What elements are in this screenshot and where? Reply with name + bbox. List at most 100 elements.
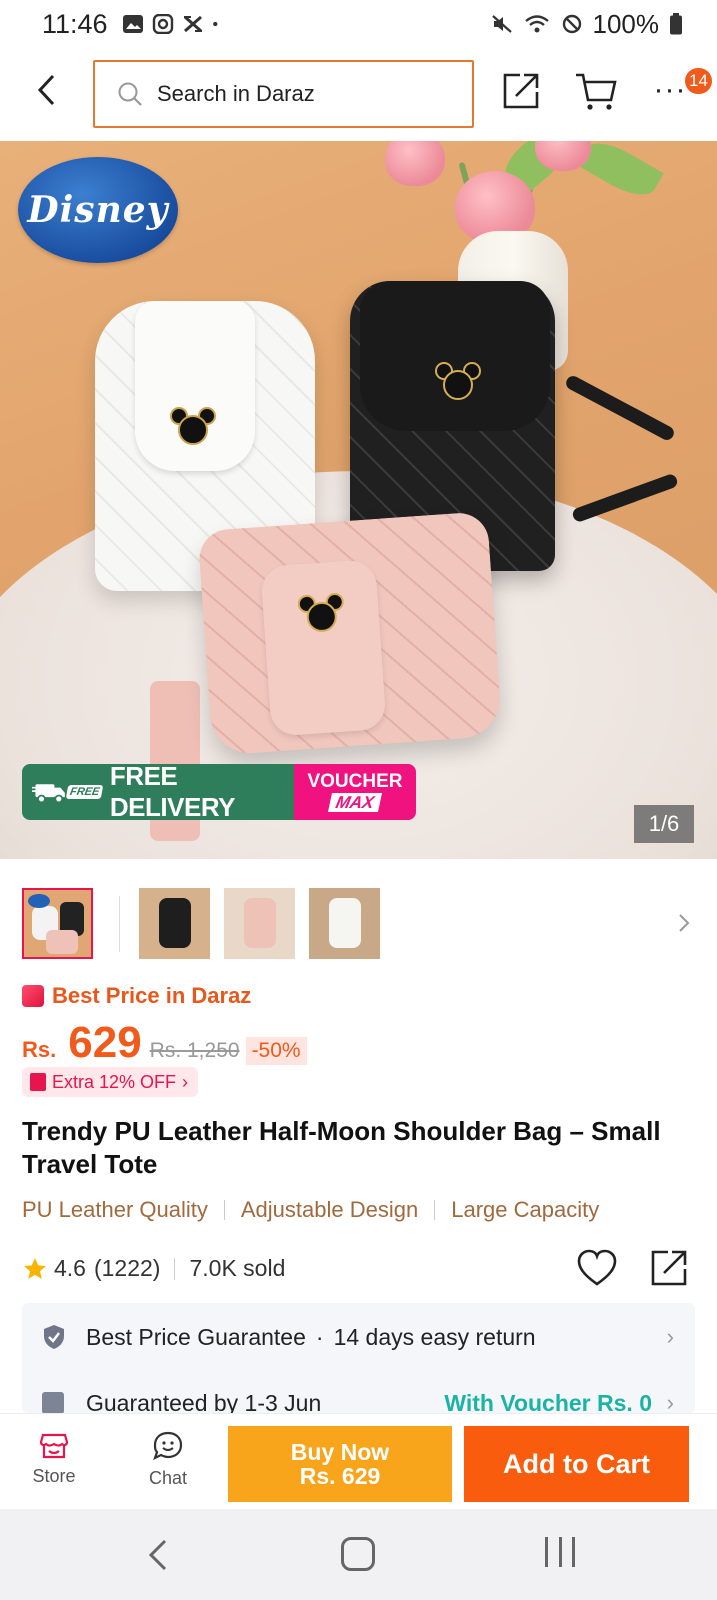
best-price-guarantee: Best Price Guarantee [86, 1323, 306, 1350]
free-delivery-text: FREE DELIVERY [109, 764, 236, 820]
instagram-icon [152, 14, 173, 34]
cart-badge: 14 [685, 68, 712, 94]
notification-icons [122, 14, 224, 34]
discount-badge: -50% [245, 1037, 307, 1065]
thumbnail-strip [22, 888, 702, 960]
extra-off-text: Extra 12% OFF [52, 1071, 177, 1092]
guarantee-row[interactable]: Best Price Guarantee · 14 days easy retu… [42, 1317, 682, 1357]
voucher-text: With Voucher Rs. 0 [444, 1389, 652, 1414]
thumbnail-3[interactable] [224, 888, 295, 959]
free-tag: FREE [65, 785, 104, 799]
thumbnail-2[interactable] [139, 888, 210, 959]
price: 629 [68, 1018, 142, 1067]
battery-percent: 100% [592, 8, 660, 39]
chevron-right-icon[interactable] [672, 908, 696, 938]
product-title: Trendy PU Leather Half-Moon Shoulder Bag… [22, 1116, 661, 1179]
best-price-text: Best Price in Daraz [52, 983, 252, 1008]
disney-logo: Disney [18, 157, 178, 263]
search-input[interactable]: Search in Daraz [93, 60, 474, 128]
image-icon [122, 15, 143, 33]
product-image[interactable]: Disney FREE FREE DELIVERY VOUCHER MAX [0, 141, 717, 859]
status-bar: 11:46 100% [0, 0, 717, 48]
system-recents-icon[interactable] [545, 1537, 575, 1571]
chevron-right-icon: › [666, 1324, 674, 1349]
more-button[interactable]: ··· [650, 70, 690, 110]
voucher-max-label: MAX [328, 793, 382, 812]
strap [563, 373, 677, 443]
delivery-truck-icon [32, 784, 65, 804]
rating-row[interactable]: 4.6 (1222) 7.0K sold [22, 1255, 285, 1282]
bag-flap [360, 281, 550, 431]
rating-count: (1222) [93, 1255, 161, 1281]
search-placeholder: Search in Daraz [157, 81, 315, 106]
store-label: Store [32, 1466, 76, 1486]
cart-button[interactable] [574, 70, 618, 112]
thumbnail-4[interactable] [309, 888, 380, 959]
pink-bag [197, 511, 503, 756]
share-button[interactable] [500, 70, 542, 112]
cart-icon [576, 73, 617, 110]
bag-flap [260, 559, 387, 737]
chat-icon [153, 1431, 183, 1461]
share-icon[interactable] [648, 1247, 690, 1289]
chat-button[interactable]: Chat [138, 1430, 198, 1496]
brand-logo-text: Disney [27, 189, 169, 231]
chevron-right-icon: › [182, 1071, 189, 1092]
tulip [385, 141, 445, 186]
mickey-charm [170, 407, 216, 445]
divider [223, 1200, 225, 1220]
system-nav-bar [0, 1509, 717, 1600]
battery-icon [670, 13, 682, 35]
x-icon [183, 15, 202, 33]
coupon-icon [30, 1073, 46, 1091]
system-back-icon[interactable] [143, 1537, 173, 1573]
feature-tag: Large Capacity [451, 1197, 600, 1222]
share-icon [503, 73, 539, 109]
thumbnail-divider [119, 896, 120, 952]
chevron-right-icon: › [666, 1390, 674, 1413]
status-right: 100% [491, 9, 684, 40]
mute-icon [491, 15, 512, 33]
top-nav: Search in Daraz ··· [0, 56, 717, 132]
mickey-charm [297, 592, 344, 632]
divider [174, 1257, 176, 1280]
delivery-text: Guaranteed by 1-3 Jun [86, 1389, 322, 1414]
rating-value: 4.6 [54, 1255, 86, 1281]
mickey-charm [435, 362, 481, 400]
star-icon [24, 1257, 46, 1279]
currency: Rs. [22, 1037, 57, 1062]
chat-label: Chat [148, 1468, 188, 1488]
system-home-icon[interactable] [341, 1537, 375, 1571]
feature-tag: Adjustable Design [240, 1197, 419, 1222]
divider [434, 1200, 436, 1220]
store-button[interactable]: Store [24, 1430, 84, 1496]
back-button[interactable] [26, 70, 66, 110]
easy-return: 14 days easy return [333, 1323, 536, 1350]
sold-count: 7.0K sold [189, 1255, 286, 1281]
price-row: Rs. 629 Rs. 1,250 -50% [22, 1018, 307, 1068]
heart-icon[interactable] [576, 1248, 618, 1288]
add-to-cart-button[interactable]: Add to Cart [464, 1426, 689, 1502]
separator: · [315, 1323, 324, 1350]
best-price-label: Best Price in Daraz [22, 983, 251, 1009]
dnd-icon [562, 14, 581, 34]
free-delivery-badge: FREE FREE DELIVERY [22, 764, 294, 820]
buy-now-button[interactable]: Buy Now Rs. 629 [228, 1426, 452, 1502]
feature-tags: PU Leather Quality Adjustable Design Lar… [22, 1197, 599, 1223]
status-time: 11:46 [42, 8, 108, 39]
store-icon [39, 1433, 69, 1459]
extra-off-chip[interactable]: Extra 12% OFF › [22, 1067, 199, 1097]
promo-banner: FREE FREE DELIVERY VOUCHER MAX [22, 764, 416, 820]
bottom-action-bar: Store Chat Buy Now Rs. 629 Add to Cart [0, 1413, 717, 1509]
image-counter: 1/6 [634, 805, 694, 843]
delivery-row[interactable]: Guaranteed by 1-3 Jun With Voucher Rs. 0… [42, 1383, 682, 1413]
dot-icon [212, 21, 218, 27]
strap [570, 472, 680, 524]
wifi-icon [524, 15, 549, 33]
guarantee-section[interactable]: Best Price Guarantee · 14 days easy retu… [22, 1303, 695, 1413]
voucher-label: VOUCHER [307, 771, 403, 792]
buy-now-label: Buy Now [290, 1439, 390, 1465]
shield-check-icon [44, 1325, 64, 1349]
thumbnail-1[interactable] [22, 888, 93, 959]
original-price: Rs. 1,250 [149, 1039, 240, 1062]
